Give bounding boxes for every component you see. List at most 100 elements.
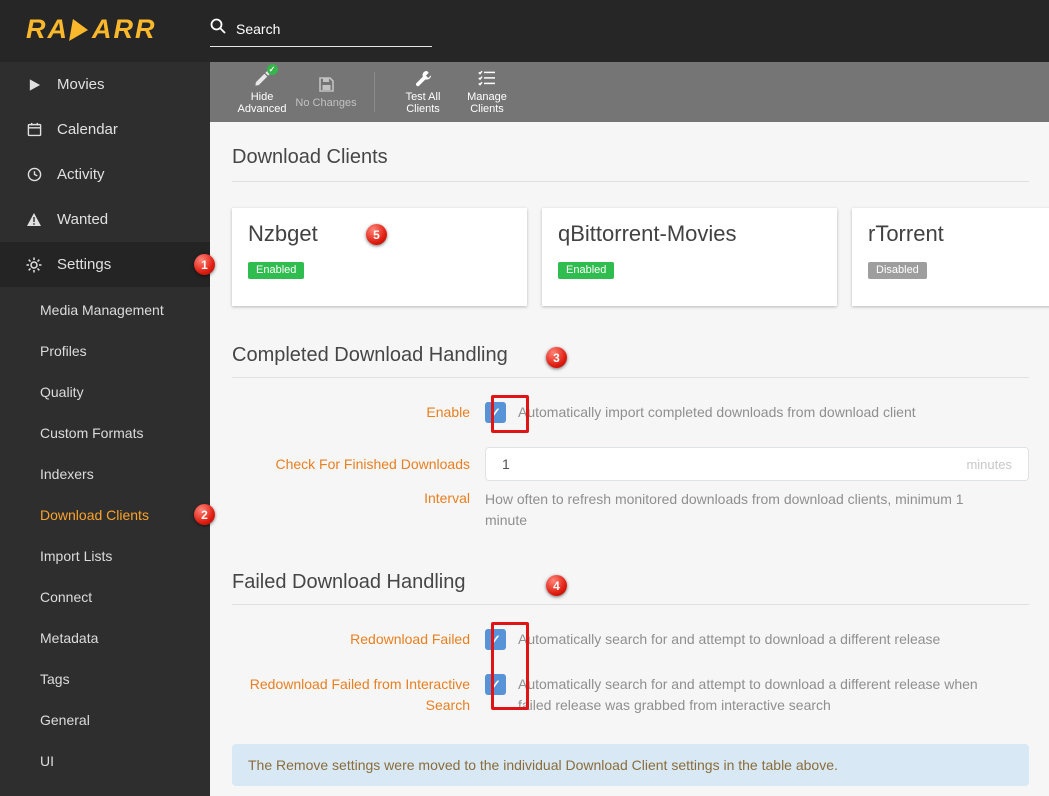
sidebar-item-activity[interactable]: Activity [0, 152, 210, 197]
settings-submenu: Media Management Profiles Quality Custom… [0, 287, 210, 781]
sidebar-item-tags[interactable]: Tags [0, 658, 210, 699]
section-title-failed-download-handling: Failed Download Handling [232, 571, 1029, 605]
enable-label: Enable [426, 404, 470, 420]
wrench-icon [415, 69, 432, 87]
sidebar-item-label: Settings [57, 256, 112, 273]
section-title-completed-download-handling: Completed Download Handling [232, 344, 1029, 378]
sidebar-item-label: Movies [57, 76, 105, 93]
sidebar-item-label: UI [40, 752, 54, 769]
sidebar-item-label: Connect [40, 588, 93, 605]
search-bar[interactable] [210, 18, 432, 47]
sidebar-item-indexers[interactable]: Indexers [0, 453, 210, 494]
interval-label: Check For Finished Downloads Interval [275, 456, 470, 506]
green-check-icon: ✓ [266, 64, 278, 75]
sidebar-item-wanted[interactable]: Wanted [0, 197, 210, 242]
redownload-interactive-label: Redownload Failed from Interactive Searc… [249, 676, 470, 713]
sidebar-item-profiles[interactable]: Profiles [0, 330, 210, 371]
interval-help-text: How often to refresh monitored downloads… [485, 491, 964, 528]
sidebar-item-custom-formats[interactable]: Custom Formats [0, 412, 210, 453]
radarr-logo[interactable]: RA ARR [26, 14, 157, 45]
sidebar-item-movies[interactable]: Movies [0, 62, 210, 107]
toolbar-separator [374, 72, 375, 112]
sidebar-item-label: Calendar [57, 121, 118, 138]
sidebar-item-calendar[interactable]: Calendar [0, 107, 210, 152]
redownload-failed-label: Redownload Failed [350, 631, 470, 647]
interval-unit: minutes [966, 456, 1012, 472]
sidebar-item-label: General [40, 711, 90, 728]
sidebar-item-label: Tags [40, 670, 70, 687]
warning-triangle-icon [25, 212, 43, 227]
sidebar-item-label: Custom Formats [40, 424, 144, 441]
annotation-circle-1: 1 [194, 254, 215, 275]
logo-text-right: ARR [92, 14, 157, 44]
sidebar-item-label: Wanted [57, 211, 109, 228]
page-title: Download Clients [232, 146, 1029, 182]
play-icon [25, 78, 43, 92]
top-bar: RA ARR [0, 0, 1049, 62]
redownload-interactive-help-text: Automatically search for and attempt to … [518, 676, 978, 713]
advanced-pencil-icon: ✓ [254, 64, 278, 87]
hide-advanced-button[interactable]: ✓ Hide Advanced [230, 64, 294, 115]
interval-value: 1 [502, 456, 510, 472]
sidebar-item-quality[interactable]: Quality [0, 371, 210, 412]
sidebar-item-label: Profiles [40, 342, 87, 359]
client-name: rTorrent [868, 221, 944, 246]
annotation-circle-3: 3 [546, 347, 567, 368]
sidebar-item-connect[interactable]: Connect [0, 576, 210, 617]
interval-input[interactable]: 1 minutes [485, 447, 1029, 481]
interval-row: Check For Finished Downloads Interval 1 … [232, 447, 1029, 531]
redownload-failed-help-text: Automatically search for and attempt to … [518, 631, 941, 647]
save-floppy-icon [318, 75, 335, 93]
sidebar-item-label: Activity [57, 166, 105, 183]
sidebar-item-media-management[interactable]: Media Management [0, 289, 210, 330]
annotation-rect-failed-checkboxes [491, 622, 529, 710]
client-card-rtorrent[interactable]: rTorrent Disabled [852, 208, 1049, 306]
sidebar-item-general[interactable]: General [0, 699, 210, 740]
calendar-icon [25, 122, 43, 137]
sidebar-item-label: Metadata [40, 629, 99, 646]
checklist-icon [478, 69, 496, 87]
redownload-failed-row: Redownload Failed ✓ Automatically search… [232, 629, 1029, 650]
page-toolbar: ✓ Hide Advanced No Changes Test All Clie… [210, 62, 1049, 122]
sidebar-item-label: Import Lists [40, 547, 113, 564]
info-alert: The Remove settings were moved to the in… [232, 744, 1029, 786]
main-content: Download Clients Nzbget Enabled qBittorr… [210, 122, 1049, 796]
sidebar-item-ui[interactable]: UI [0, 740, 210, 781]
redownload-interactive-row: Redownload Failed from Interactive Searc… [232, 674, 1029, 716]
search-input[interactable] [236, 20, 416, 37]
sidebar-item-import-lists[interactable]: Import Lists [0, 535, 210, 576]
status-badge: Enabled [558, 262, 615, 279]
test-all-clients-button[interactable]: Test All Clients [391, 69, 455, 115]
sidebar: Movies Calendar Activity Wanted Settings… [0, 62, 210, 796]
sidebar-item-settings[interactable]: Settings [0, 242, 210, 287]
annotation-circle-2: 2 [194, 504, 215, 525]
download-client-cards: Nzbget Enabled qBittorrent-Movies Enable… [232, 208, 1049, 306]
logo-text-left: RA [26, 14, 69, 44]
radarr-play-icon [69, 18, 90, 41]
annotation-rect-enable-checkbox [491, 395, 529, 433]
client-card-nzbget[interactable]: Nzbget Enabled [232, 208, 527, 306]
client-name: qBittorrent-Movies [558, 221, 737, 246]
sidebar-item-metadata[interactable]: Metadata [0, 617, 210, 658]
search-icon [210, 18, 226, 39]
toolbar-button-label: No Changes [295, 97, 357, 109]
toolbar-button-label: Test All Clients [405, 91, 441, 115]
status-badge: Enabled [248, 262, 305, 279]
toolbar-button-label: Manage Clients [467, 91, 507, 115]
annotation-circle-5: 5 [366, 224, 387, 245]
sidebar-item-label: Quality [40, 383, 84, 400]
enable-row: Enable ✓ Automatically import completed … [232, 402, 1029, 423]
gears-icon [25, 257, 43, 273]
sidebar-item-download-clients[interactable]: Download Clients [0, 494, 210, 535]
enable-help-text: Automatically import completed downloads… [518, 404, 916, 420]
clock-icon [25, 167, 43, 182]
status-badge: Disabled [868, 262, 927, 279]
sidebar-item-label: Indexers [40, 465, 94, 482]
annotation-circle-4: 4 [546, 575, 567, 596]
client-card-qbittorrent-movies[interactable]: qBittorrent-Movies Enabled [542, 208, 837, 306]
manage-clients-button[interactable]: Manage Clients [455, 69, 519, 115]
sidebar-item-label: Media Management [40, 301, 164, 318]
toolbar-button-label: Hide Advanced [237, 91, 287, 115]
sidebar-item-label: Download Clients [40, 506, 149, 523]
save-changes-button[interactable]: No Changes [294, 75, 358, 109]
